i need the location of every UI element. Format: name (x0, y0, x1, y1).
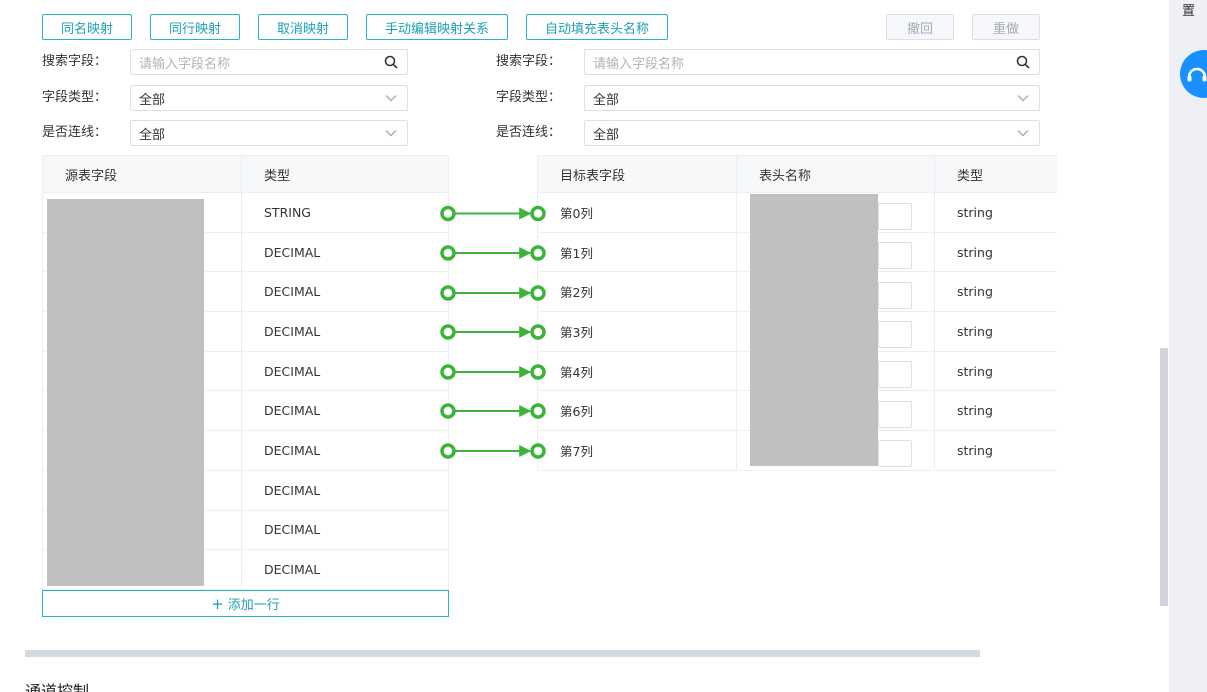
target-field-cell: 第6列 (538, 391, 737, 431)
chevron-down-icon (1015, 90, 1031, 106)
right-linked-value: 全部 (593, 127, 620, 143)
source-type-cell: DECIMAL (242, 391, 449, 431)
source-type-cell: DECIMAL (242, 470, 449, 510)
header-name-input[interactable] (878, 242, 912, 269)
section-divider (25, 650, 980, 657)
left-linked-select[interactable]: 全部 (130, 120, 408, 146)
target-type-header: 类型 (957, 168, 984, 184)
left-search-input[interactable]: 请输入字段名称 (130, 49, 408, 75)
left-linked-label: 是否连线： (42, 125, 108, 140)
source-type-cell: DECIMAL (242, 431, 449, 470)
side-panel-label[interactable]: 置 (1182, 0, 1195, 19)
header-name-input[interactable] (878, 401, 912, 428)
undo-button[interactable]: 撤回 (886, 14, 954, 40)
right-type-select[interactable]: 全部 (584, 85, 1040, 111)
source-type-cell: DECIMAL (242, 312, 449, 351)
mapping-link[interactable] (440, 285, 546, 301)
target-type-cell: string (957, 403, 993, 419)
right-type-value: 全部 (593, 92, 620, 108)
autofill-header-button[interactable]: 自动填充表头名称 (526, 14, 668, 40)
target-table-header: 目标表字段 表头名称 类型 (538, 155, 1057, 193)
left-type-value: 全部 (139, 92, 166, 108)
redacted-source-fields (47, 199, 204, 586)
chevron-down-icon (383, 90, 399, 106)
left-search-placeholder: 请输入字段名称 (139, 56, 231, 72)
target-field-cell: 第3列 (538, 312, 737, 351)
target-field-header: 目标表字段 (538, 156, 737, 192)
source-field-header: 源表字段 (43, 156, 242, 192)
source-type-cell: DECIMAL (242, 550, 449, 589)
target-type-cell: string (957, 323, 993, 339)
mapping-link[interactable] (440, 324, 546, 340)
redacted-header-names (750, 194, 878, 466)
source-type-cell: DECIMAL (242, 232, 449, 272)
right-search-input[interactable]: 请输入字段名称 (584, 49, 1040, 75)
cancel-mapping-button[interactable]: 取消映射 (258, 14, 348, 40)
section-title: 通道控制 (25, 682, 90, 692)
search-icon[interactable] (383, 54, 399, 70)
right-type-label: 字段类型： (496, 90, 562, 105)
target-field-cell: 第2列 (538, 272, 737, 312)
right-side-panel (1169, 0, 1207, 692)
target-field-cell: 第1列 (538, 232, 737, 272)
header-name-input[interactable] (878, 282, 912, 309)
mapping-link[interactable] (440, 443, 546, 459)
source-type-cell: DECIMAL (242, 272, 449, 312)
chevron-down-icon (1015, 125, 1031, 141)
target-type-cell: string (957, 442, 993, 458)
left-search-label: 搜索字段： (42, 54, 108, 69)
redo-button[interactable]: 重做 (972, 14, 1040, 40)
add-row-label: 添加一行 (227, 598, 280, 613)
mapping-link[interactable] (440, 364, 546, 380)
source-type-cell: DECIMAL (242, 510, 449, 550)
manual-edit-mapping-button[interactable]: 手动编辑映射关系 (366, 14, 508, 40)
target-type-cell: string (957, 363, 993, 379)
source-type-cell: DECIMAL (242, 351, 449, 391)
left-type-label: 字段类型： (42, 90, 108, 105)
search-icon[interactable] (1015, 54, 1031, 70)
header-name-input[interactable] (878, 321, 912, 348)
right-search-label: 搜索字段： (496, 54, 562, 69)
target-field-cell: 第0列 (538, 193, 737, 232)
mapping-link[interactable] (440, 245, 546, 261)
scrollbar-thumb[interactable] (1160, 348, 1168, 606)
target-type-cell: string (957, 204, 993, 220)
source-type-cell: STRING (242, 193, 449, 232)
left-linked-value: 全部 (139, 127, 166, 143)
right-search-placeholder: 请输入字段名称 (593, 56, 685, 72)
source-type-header: 类型 (242, 156, 449, 192)
target-field-cell: 第4列 (538, 351, 737, 391)
right-linked-label: 是否连线： (496, 125, 562, 140)
mapping-link[interactable] (440, 205, 546, 222)
header-name-header: 表头名称 (737, 156, 935, 192)
header-name-input[interactable] (878, 361, 912, 388)
chevron-down-icon (383, 125, 399, 141)
target-type-cell: string (957, 244, 993, 260)
right-linked-select[interactable]: 全部 (584, 120, 1040, 146)
add-row-button[interactable]: + 添加一行 (42, 590, 449, 617)
source-table-header: 源表字段 类型 (43, 155, 449, 193)
target-field-cell: 第7列 (538, 431, 737, 470)
target-type-cell: string (957, 284, 993, 300)
mapping-link[interactable] (440, 403, 546, 419)
header-name-input[interactable] (878, 203, 912, 230)
header-name-input[interactable] (878, 440, 912, 467)
same-name-mapping-button[interactable]: 同名映射 (42, 14, 132, 40)
plus-icon: + (211, 594, 224, 613)
mapping-lines (440, 205, 546, 459)
left-type-select[interactable]: 全部 (130, 85, 408, 111)
same-row-mapping-button[interactable]: 同行映射 (150, 14, 240, 40)
